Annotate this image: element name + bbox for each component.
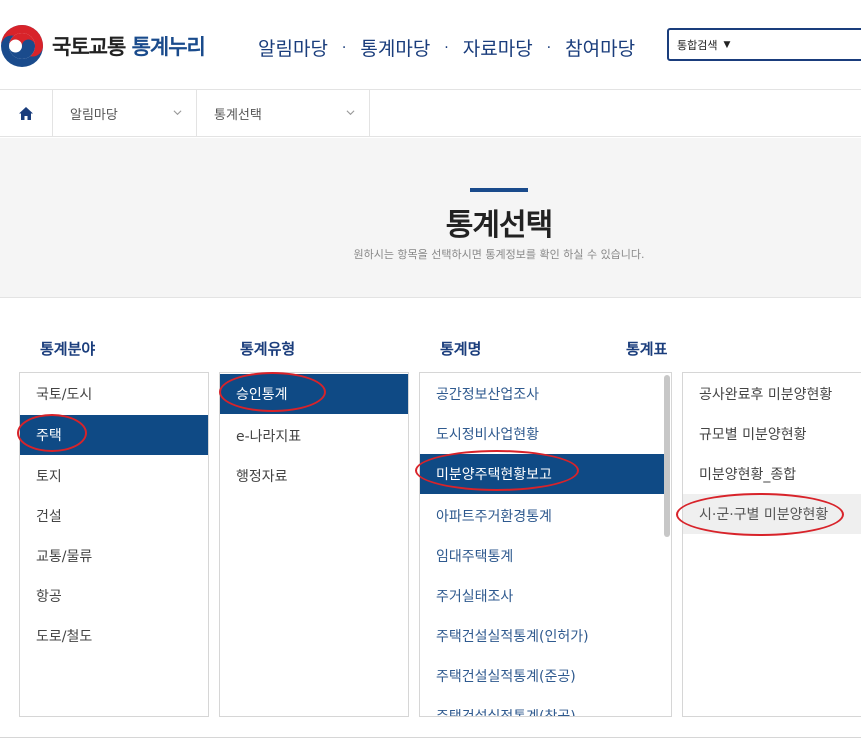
list-item[interactable]: 국토/도시 xyxy=(20,374,208,414)
breadcrumb-label: 알림마당 xyxy=(70,108,118,123)
chevron-down-icon xyxy=(346,110,355,116)
nav-item-notice[interactable]: 알림마당 xyxy=(258,34,328,61)
breadcrumb: 알림마당 통계선택 xyxy=(0,90,861,137)
breadcrumb-label: 통계선택 xyxy=(214,108,262,123)
search-scope-label: 통합검색 xyxy=(677,39,718,52)
list-item[interactable]: 주거실태조사 xyxy=(420,576,671,616)
taegeuk-logo-icon xyxy=(1,25,43,67)
list-item[interactable]: 규모별 미분양현황 xyxy=(683,414,861,454)
list-item[interactable]: 주택건설실적통계(준공) xyxy=(420,656,671,696)
scrollbar-thumb[interactable] xyxy=(664,375,670,537)
nav-separator: · xyxy=(546,39,552,56)
type-list: 승인통계 e-나라지표 행정자료 xyxy=(219,372,409,717)
list-item[interactable]: 아파트주거환경통계 xyxy=(420,496,671,536)
list-item[interactable]: 공간정보산업조사 xyxy=(420,374,671,414)
title-accent-bar xyxy=(470,188,528,192)
breadcrumb-item-notice[interactable]: 알림마당 xyxy=(53,90,197,137)
title-band: 통계선택 원하시는 항목을 선택하시면 통계정보를 확인 하실 수 있습니다. xyxy=(0,138,861,298)
page-title: 통계선택 xyxy=(445,208,553,243)
nav-separator: · xyxy=(444,39,449,56)
global-nav: 알림마당 · 통계마당 · 자료마당 · 참여마당 xyxy=(258,34,635,61)
list-item-highlighted[interactable]: 시·군·구별 미분양현황 xyxy=(683,494,861,534)
stats-table-list: 공사완료후 미분양현황 규모별 미분양현황 미분양현황_종합 시·군·구별 미분… xyxy=(682,372,861,717)
list-item[interactable]: 미분양현황_종합 xyxy=(683,454,861,494)
logo-text-a: 국토교통 xyxy=(52,35,126,59)
site-logo[interactable]: 국토교통 통계누리 xyxy=(0,24,206,68)
search-box: 통합검색 ▼ xyxy=(667,28,861,61)
nav-item-data[interactable]: 자료마당 xyxy=(463,34,533,61)
column-header-table: 통계표 xyxy=(626,340,668,358)
list-item[interactable]: 도로/철도 xyxy=(20,616,208,656)
caret-down-icon: ▼ xyxy=(723,40,731,50)
column-header-type: 통계유형 xyxy=(240,340,296,358)
chevron-down-icon xyxy=(173,110,182,116)
search-scope-select[interactable]: 통합검색 ▼ xyxy=(677,37,730,53)
list-item[interactable]: e-나라지표 xyxy=(220,416,408,456)
breadcrumb-item-stats-select[interactable]: 통계선택 xyxy=(197,90,370,137)
list-item[interactable]: 교통/물류 xyxy=(20,536,208,576)
list-item[interactable]: 행정자료 xyxy=(220,456,408,496)
list-item[interactable]: 공사완료후 미분양현황 xyxy=(683,374,861,414)
list-item[interactable]: 임대주택통계 xyxy=(420,536,671,576)
logo-text-b: 통계누리 xyxy=(131,35,206,59)
list-item-selected[interactable]: 주택 xyxy=(20,415,208,455)
nav-item-stats[interactable]: 통계마당 xyxy=(360,34,430,61)
list-item-selected[interactable]: 승인통계 xyxy=(220,374,408,414)
list-item[interactable]: 건설 xyxy=(20,496,208,536)
divider xyxy=(0,737,861,738)
site-header: 국토교통 통계누리 알림마당 · 통계마당 · 자료마당 · 참여마당 통합검색… xyxy=(0,0,861,90)
home-icon xyxy=(19,107,33,120)
list-item[interactable]: 도시정비사업현황 xyxy=(420,414,671,454)
breadcrumb-home[interactable] xyxy=(0,90,53,137)
list-item[interactable]: 주택건설실적통계(인허가) xyxy=(420,616,671,656)
column-header-name: 통계명 xyxy=(440,340,482,358)
list-item[interactable]: 항공 xyxy=(20,576,208,616)
stats-name-list: 공간정보산업조사 도시정비사업현황 미분양주택현황보고 아파트주거환경통계 임대… xyxy=(419,372,672,717)
list-item-selected[interactable]: 미분양주택현황보고 xyxy=(420,454,665,494)
list-item[interactable]: 토지 xyxy=(20,456,208,496)
site-logo-text: 국토교통 통계누리 xyxy=(52,31,206,61)
field-list: 국토/도시 주택 토지 건설 교통/물류 항공 도로/철도 xyxy=(19,372,209,717)
column-header-field: 통계분야 xyxy=(40,340,96,358)
nav-separator: · xyxy=(341,39,347,56)
page-subtitle: 원하시는 항목을 선택하시면 통계정보를 확인 하실 수 있습니다. xyxy=(353,248,645,261)
list-item[interactable]: 주택건설실적통계(착공) xyxy=(420,696,671,716)
nav-item-participate[interactable]: 참여마당 xyxy=(565,34,635,61)
